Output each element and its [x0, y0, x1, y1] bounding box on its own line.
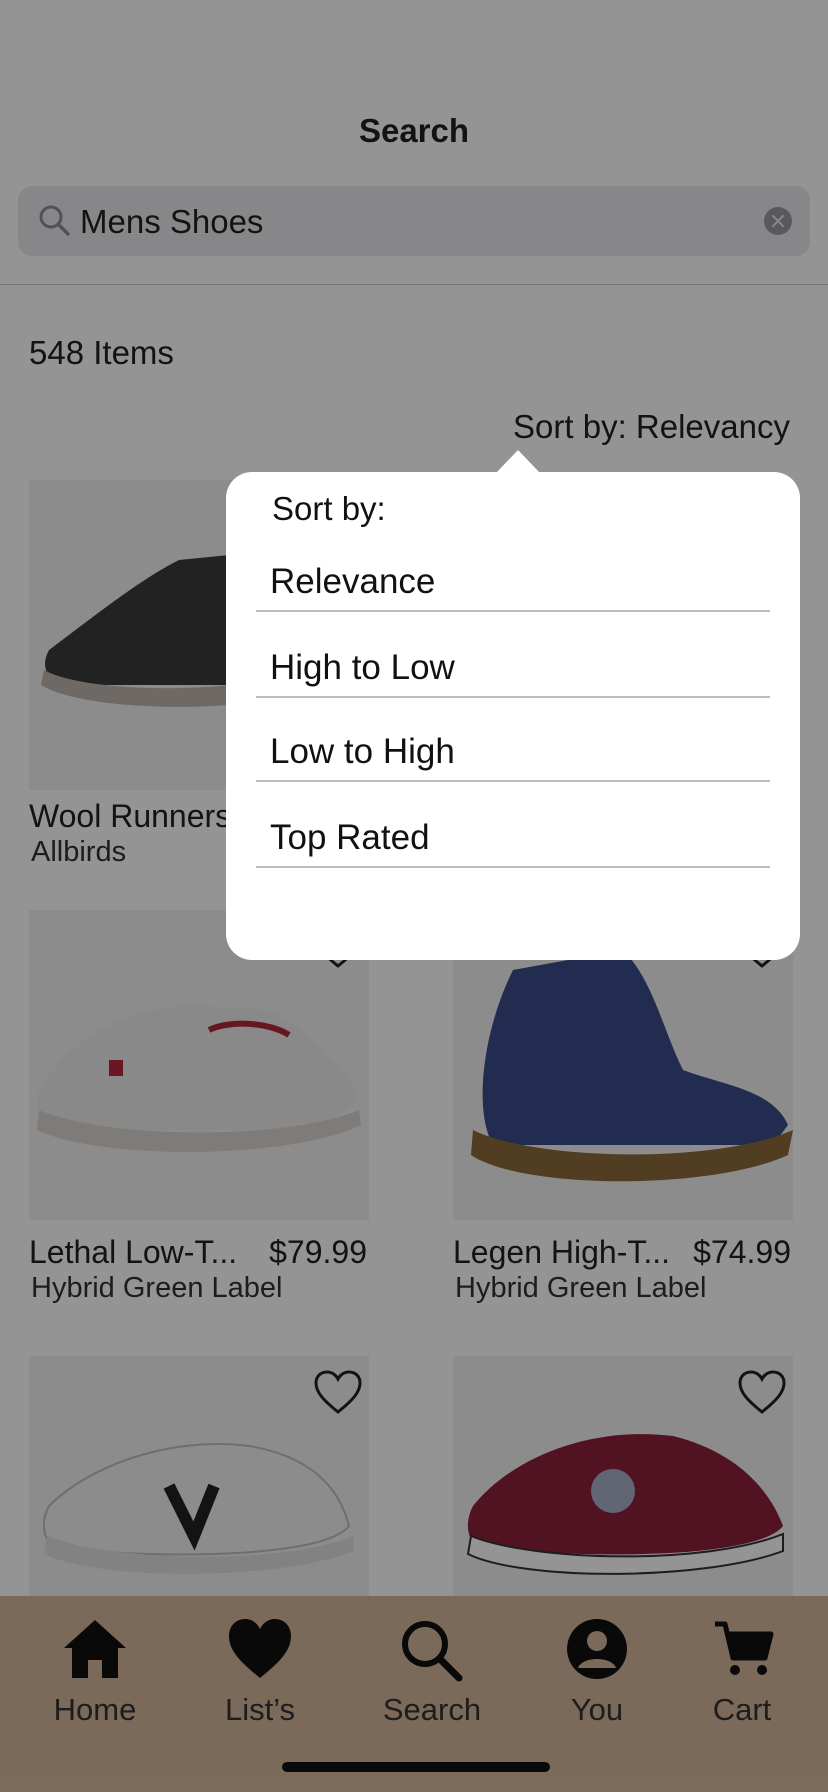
sort-option-label: High to Low: [270, 648, 455, 687]
sort-option-relevance[interactable]: Relevance: [256, 552, 770, 612]
search-screen: Search Mens Shoes 548 Items Sort by: Rel…: [0, 0, 828, 1792]
popover-arrow: [496, 450, 540, 473]
sort-popover: Sort by: Relevance High to Low Low to Hi…: [226, 472, 800, 960]
sort-option-top-rated[interactable]: Top Rated: [256, 808, 770, 868]
sort-option-low-to-high[interactable]: Low to High: [256, 722, 770, 782]
sort-option-label: Top Rated: [270, 818, 430, 857]
sort-option-label: Low to High: [270, 732, 455, 771]
sort-option-label: Relevance: [270, 562, 436, 601]
sort-option-high-to-low[interactable]: High to Low: [256, 638, 770, 698]
popover-title: Sort by:: [272, 490, 386, 527]
